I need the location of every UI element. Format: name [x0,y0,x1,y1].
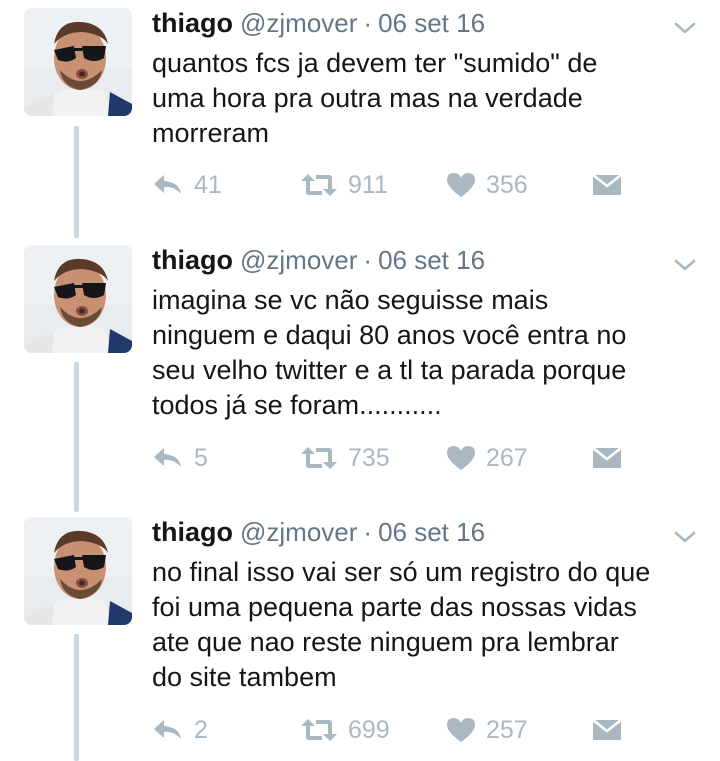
tweet-actions: 41 911 356 [152,168,632,202]
tweet-menu-button[interactable] [672,255,698,275]
reply-count: 5 [194,443,208,472]
reply-count: 2 [194,715,208,744]
tweet-text-line: imagina se vc não seguisse mais [152,285,549,315]
tweet-text-line: do site tambem [152,662,337,692]
tweet-menu-button[interactable] [672,527,698,547]
retweet-count: 911 [348,170,388,199]
tweet-text-line: uma hora pra outra mas na verdade [152,83,583,113]
tweet-header: thiago @zjmover · 06 set 16 [152,517,485,553]
username[interactable]: @zjmover [240,8,357,39]
display-name[interactable]: thiago [152,245,233,276]
avatar-image [24,245,132,353]
tweet-text-line: no final isso vai ser só um registro do … [152,557,651,587]
tweet-header: thiago @zjmover · 06 set 16 [152,245,485,281]
chevron-down-icon [674,259,696,271]
envelope-icon [592,173,622,195]
reply-icon [154,720,181,739]
envelope-icon [592,718,622,740]
tweet-text-line: ninguem e daqui 80 anos você entra no [152,320,627,350]
tweet-text-line: ate que nao reste ninguem pra lembrar [152,627,619,657]
tweet-text-line: morreram [152,118,270,148]
display-name[interactable]: thiago [152,8,233,39]
tweet[interactable]: thiago @zjmover · 06 set 16 no final iss… [0,517,720,761]
retweet-icon [301,447,337,469]
retweet-button[interactable]: 911 [300,168,388,202]
tweet-text: imagina se vc não seguisse mais ninguem … [152,283,702,423]
reply-button[interactable]: 5 [152,441,208,475]
separator-dot: · [363,8,373,38]
reply-button[interactable]: 2 [152,713,208,747]
tweet-text-line: seu velho twitter e a tl ta parada porqu… [152,355,627,385]
avatar[interactable] [24,517,132,625]
tweet-header: thiago @zjmover · 06 set 16 [152,8,485,44]
username[interactable]: @zjmover [240,245,357,276]
chevron-down-icon [674,22,696,34]
tweet-text: no final isso vai ser só um registro do … [152,555,702,695]
like-count: 356 [486,170,528,199]
like-count: 257 [486,715,528,744]
envelope-icon [592,446,622,468]
avatar[interactable] [24,245,132,353]
tweet-date[interactable]: 06 set 16 [378,517,485,548]
tweet-menu-button[interactable] [672,18,698,38]
like-button[interactable]: 257 [446,713,528,747]
tweet-thread: thiago @zjmover · 06 set 16 quantos fcs … [0,0,720,761]
tweet-text: quantos fcs ja devem ter "sumido" de uma… [152,46,702,151]
tweet-text-line: foi uma pequena parte das nossas vidas [152,592,637,622]
tweet[interactable]: thiago @zjmover · 06 set 16 imagina se v… [0,245,720,505]
retweet-button[interactable]: 735 [300,441,390,475]
avatar-image [24,8,132,116]
reply-count: 41 [194,170,222,199]
direct-message-button[interactable] [592,713,622,747]
retweet-button[interactable]: 699 [300,713,390,747]
username[interactable]: @zjmover [240,517,357,548]
heart-icon [447,446,475,470]
heart-icon [447,173,475,197]
direct-message-button[interactable] [592,168,622,202]
tweet-text-line: todos já se foram........... [152,390,442,420]
direct-message-button[interactable] [592,441,622,475]
chevron-down-icon [674,531,696,543]
reply-icon [154,175,181,194]
like-button[interactable]: 267 [446,441,528,475]
tweet-actions: 5 735 267 [152,441,632,475]
tweet-text-line: quantos fcs ja devem ter "sumido" de [152,48,598,78]
separator-dot: · [363,517,373,547]
retweet-count: 699 [348,715,390,744]
reply-button[interactable]: 41 [152,168,222,202]
heart-icon [447,718,475,742]
avatar-image [24,517,132,625]
reply-icon [154,448,181,467]
tweet-date[interactable]: 06 set 16 [378,8,485,39]
retweet-icon [301,174,337,196]
tweet-date[interactable]: 06 set 16 [378,245,485,276]
display-name[interactable]: thiago [152,517,233,548]
tweet-actions: 2 699 257 [152,713,632,747]
like-button[interactable]: 356 [446,168,528,202]
separator-dot: · [363,245,373,275]
like-count: 267 [486,443,528,472]
tweet[interactable]: thiago @zjmover · 06 set 16 quantos fcs … [0,8,720,228]
avatar[interactable] [24,8,132,116]
retweet-icon [301,719,337,741]
retweet-count: 735 [348,443,390,472]
